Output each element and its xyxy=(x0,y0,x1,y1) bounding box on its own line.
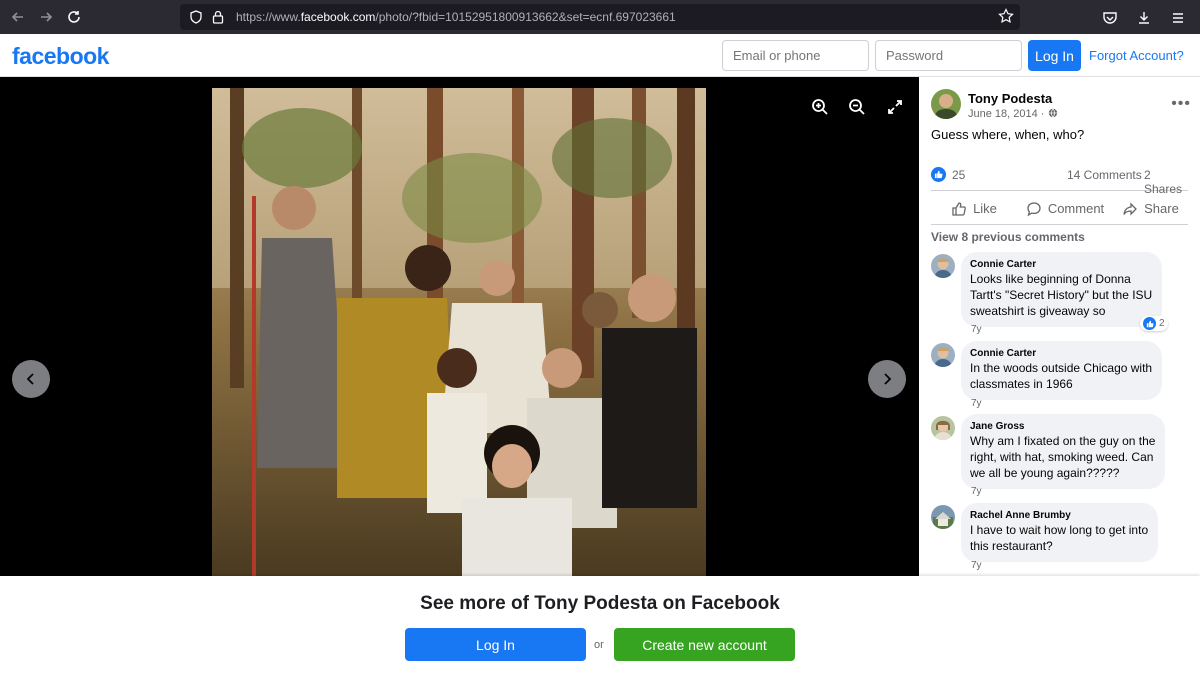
shield-icon[interactable] xyxy=(186,7,206,27)
comment-icon xyxy=(1027,201,1041,216)
comment-text: classmates in 1966 xyxy=(970,377,1073,391)
password-field[interactable] xyxy=(875,40,1022,71)
like-reaction-icon xyxy=(1143,317,1156,330)
lock-icon[interactable] xyxy=(208,7,228,27)
comment-time[interactable]: 7y xyxy=(971,398,982,409)
share-icon xyxy=(1123,201,1138,216)
avatar[interactable] xyxy=(931,505,955,529)
url-domain: facebook.com xyxy=(300,10,376,24)
post-stats: 25 14 Comments 2 Shares xyxy=(931,167,1188,196)
post-date-text: June 18, 2014 · xyxy=(968,108,1045,120)
reload-icon[interactable] xyxy=(60,3,88,31)
post-header: Tony Podesta June 18, 2014 · ••• xyxy=(931,89,1191,123)
comment-text: right, with hat, smoking weed. Can xyxy=(970,450,1154,464)
view-previous-comments-link[interactable]: View 8 previous comments xyxy=(931,230,1085,244)
like-button[interactable]: Like xyxy=(931,193,1017,224)
commenter-name[interactable]: Connie Carter xyxy=(970,347,1152,360)
chevron-right-icon xyxy=(884,373,892,385)
back-arrow-icon[interactable] xyxy=(4,3,32,31)
comment-time[interactable]: 7y xyxy=(971,486,982,497)
menu-icon[interactable] xyxy=(1164,4,1192,32)
post-panel: Tony Podesta June 18, 2014 · ••• Guess w… xyxy=(919,77,1200,576)
facebook-logo[interactable]: facebook xyxy=(12,43,109,70)
avatar[interactable] xyxy=(931,254,955,278)
url-path: /photo/?fbid=10152951800913662&set=ecnf.… xyxy=(375,10,676,24)
forward-arrow-icon[interactable] xyxy=(32,3,60,31)
zoom-in-icon[interactable] xyxy=(808,95,832,119)
url-prefix: https://www. xyxy=(236,10,301,24)
comment-bubble: Connie Carter In the woods outside Chica… xyxy=(961,341,1163,400)
chevron-left-icon xyxy=(26,373,34,385)
like-reaction-icon[interactable] xyxy=(931,167,946,182)
forgot-account-link[interactable]: Forgot Account? xyxy=(1089,48,1184,63)
photo[interactable] xyxy=(212,88,706,576)
comment-text: Tartt's "Secret History" but the ISU xyxy=(970,288,1153,302)
url-text[interactable]: https://www.facebook.com/photo/?fbid=101… xyxy=(236,10,676,24)
comment-text: sweatshirt is giveaway so xyxy=(970,304,1106,318)
toolbar-right xyxy=(1096,4,1192,32)
email-field[interactable] xyxy=(722,40,869,71)
avatar[interactable] xyxy=(931,89,961,119)
address-bar[interactable]: https://www.facebook.com/photo/?fbid=101… xyxy=(180,4,1020,30)
like-label: Like xyxy=(973,201,997,216)
photo-viewer xyxy=(0,77,919,576)
comment-bubble: Rachel Anne Brumby I have to wait how lo… xyxy=(961,503,1159,562)
login-prompt-title: See more of Tony Podesta on Facebook xyxy=(420,593,780,614)
comment-text: In the woods outside Chicago with xyxy=(970,361,1153,375)
comment-bubble: Connie Carter Looks like beginning of Do… xyxy=(961,252,1163,327)
comment-button[interactable]: Comment xyxy=(1017,193,1113,224)
comment-bubble: Jane Gross Why am I fixated on the guy o… xyxy=(961,414,1166,489)
like-count[interactable]: 25 xyxy=(952,168,965,182)
create-account-button[interactable]: Create new account xyxy=(614,628,795,661)
or-separator: or xyxy=(594,639,604,651)
author-name[interactable]: Tony Podesta xyxy=(968,91,1052,106)
more-options-icon[interactable]: ••• xyxy=(1171,95,1191,113)
post-caption: Guess where, when, who? xyxy=(931,127,1085,142)
comment-text: we all be young again????? xyxy=(970,466,1120,480)
post-date[interactable]: June 18, 2014 · xyxy=(968,108,1058,120)
next-photo-button[interactable] xyxy=(868,360,906,398)
comment-text: Looks like beginning of Donna xyxy=(970,272,1131,286)
pocket-icon[interactable] xyxy=(1096,4,1124,32)
star-icon[interactable] xyxy=(998,8,1014,29)
share-count[interactable]: 2 Shares xyxy=(1144,168,1188,196)
previous-photo-button[interactable] xyxy=(12,360,50,398)
comment-count[interactable]: 14 Comments xyxy=(1067,168,1142,182)
commenter-name[interactable]: Jane Gross xyxy=(970,420,1155,433)
site-header: facebook Log In Forgot Account? xyxy=(0,34,1200,77)
avatar[interactable] xyxy=(931,343,955,367)
comment-label: Comment xyxy=(1047,201,1105,216)
download-icon[interactable] xyxy=(1130,4,1158,32)
reaction-count: 2 xyxy=(1159,318,1165,329)
share-button[interactable]: Share xyxy=(1113,193,1188,224)
zoom-out-icon[interactable] xyxy=(845,95,869,119)
globe-icon xyxy=(1048,108,1057,118)
comment-reactions[interactable]: 2 xyxy=(1140,316,1168,331)
commenter-name[interactable]: Rachel Anne Brumby xyxy=(970,509,1148,522)
fullscreen-icon[interactable] xyxy=(883,95,907,119)
comment-text: this restaurant? xyxy=(970,539,1053,553)
comment-text: Why am I fixated on the guy on the xyxy=(970,434,1156,448)
avatar[interactable] xyxy=(931,416,955,440)
share-label: Share xyxy=(1144,201,1179,216)
post-actions: Like Comment Share xyxy=(931,193,1188,225)
comment-text: I have to wait how long to get into xyxy=(970,523,1149,537)
login-prompt-banner: See more of Tony Podesta on Facebook Log… xyxy=(0,576,1200,678)
thumbs-up-icon xyxy=(952,201,966,216)
commenter-name[interactable]: Connie Carter xyxy=(970,258,1152,271)
login-button[interactable]: Log In xyxy=(405,628,586,661)
comment-time[interactable]: 7y xyxy=(971,324,982,335)
comment-time[interactable]: 7y xyxy=(971,560,982,571)
browser-toolbar: https://www.facebook.com/photo/?fbid=101… xyxy=(0,0,1200,34)
header-login-button[interactable]: Log In xyxy=(1028,40,1081,71)
